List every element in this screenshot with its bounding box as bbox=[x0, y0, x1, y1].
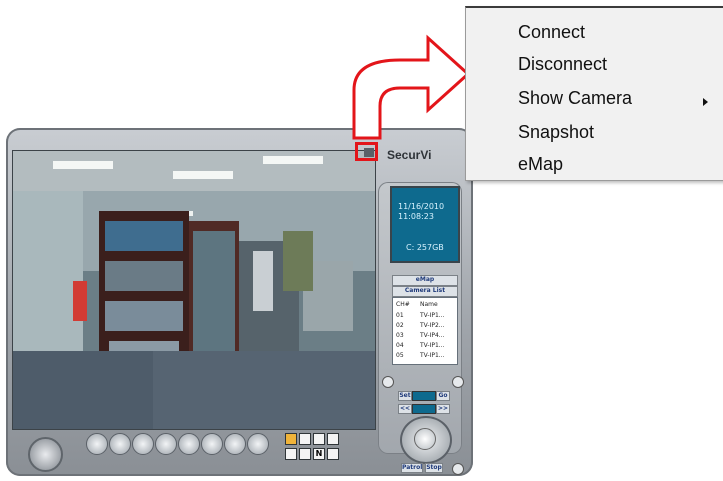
preset-go-button[interactable]: Go bbox=[436, 391, 450, 401]
layout-sequence-icon[interactable] bbox=[285, 448, 297, 460]
status-display: 11/16/2010 11:08:23 C: 257GB bbox=[390, 186, 460, 263]
menu-item-connect[interactable]: Connect bbox=[518, 22, 585, 43]
camera-channel: 03 bbox=[396, 332, 404, 339]
camera-name: TV-IP2... bbox=[420, 322, 445, 329]
layout-9-icon[interactable] bbox=[313, 433, 325, 445]
layout-16-icon[interactable] bbox=[327, 433, 339, 445]
prev-preset-button[interactable]: << bbox=[398, 404, 412, 414]
camera-name: TV-IP1... bbox=[420, 342, 445, 349]
camera-channel: 04 bbox=[396, 342, 404, 349]
preset-set-button[interactable]: Set bbox=[398, 391, 412, 401]
camera-video-feed[interactable] bbox=[12, 150, 376, 430]
home-icon[interactable] bbox=[414, 428, 436, 450]
power-icon[interactable] bbox=[28, 437, 63, 472]
camera-channel: 01 bbox=[396, 312, 404, 319]
zoom-in-icon[interactable] bbox=[452, 376, 464, 388]
settings-gear-icon[interactable] bbox=[224, 433, 246, 455]
collapse-icon[interactable] bbox=[452, 463, 464, 475]
play-icon[interactable] bbox=[132, 433, 154, 455]
menu-item-snapshot[interactable]: Snapshot bbox=[518, 122, 594, 143]
camera-name: TV-IP1... bbox=[420, 312, 445, 319]
fullscreen-icon[interactable] bbox=[327, 448, 339, 460]
audio-icon[interactable] bbox=[201, 433, 223, 455]
camera-name: TV-IP4... bbox=[420, 332, 445, 339]
column-header-ch: CH# bbox=[396, 301, 410, 308]
patrol-button[interactable]: Patrol bbox=[401, 463, 423, 473]
callout-arrow bbox=[352, 34, 470, 140]
camera-list: CH# Name 01 TV-IP1... 02 TV-IP2... 03 TV… bbox=[392, 297, 458, 365]
preset-display bbox=[412, 404, 436, 414]
zoom-out-icon[interactable] bbox=[382, 376, 394, 388]
ptz-direction-pad[interactable] bbox=[400, 416, 452, 464]
layout-1-icon[interactable] bbox=[285, 433, 297, 445]
record-icon[interactable] bbox=[86, 433, 108, 455]
layout-4-icon[interactable] bbox=[299, 433, 311, 445]
config-icon[interactable] bbox=[247, 433, 269, 455]
search-icon[interactable] bbox=[155, 433, 177, 455]
date-readout: 11/16/2010 bbox=[398, 202, 445, 211]
app-brand-title: SecurVi bbox=[387, 148, 432, 162]
camera-channel: 02 bbox=[396, 322, 404, 329]
office-scene-image bbox=[13, 151, 375, 429]
context-menu: Connect Disconnect Show Camera Snapshot … bbox=[465, 6, 723, 181]
stop-button[interactable]: Stop bbox=[425, 463, 443, 473]
next-preset-button[interactable]: >> bbox=[436, 404, 450, 414]
disk-capacity-readout: C: 257GB bbox=[406, 243, 444, 252]
camera-list-button[interactable]: Camera List bbox=[392, 286, 458, 297]
time-readout: 11:08:23 bbox=[398, 212, 434, 221]
camera-name: TV-IP1... bbox=[420, 352, 445, 359]
layout-n-icon[interactable]: N bbox=[313, 448, 325, 460]
edit-icon[interactable] bbox=[178, 433, 200, 455]
camera-channel: 05 bbox=[396, 352, 404, 359]
menu-item-disconnect[interactable]: Disconnect bbox=[518, 54, 607, 75]
column-header-name: Name bbox=[420, 301, 438, 308]
emap-button[interactable]: eMap bbox=[392, 275, 458, 286]
layout-custom-icon[interactable] bbox=[299, 448, 311, 460]
menu-item-show-camera[interactable]: Show Camera bbox=[518, 88, 632, 109]
menu-item-emap[interactable]: eMap bbox=[518, 154, 563, 175]
submenu-chevron-icon bbox=[703, 98, 708, 106]
playback-icon[interactable] bbox=[109, 433, 131, 455]
preset-number-field[interactable] bbox=[412, 391, 436, 401]
